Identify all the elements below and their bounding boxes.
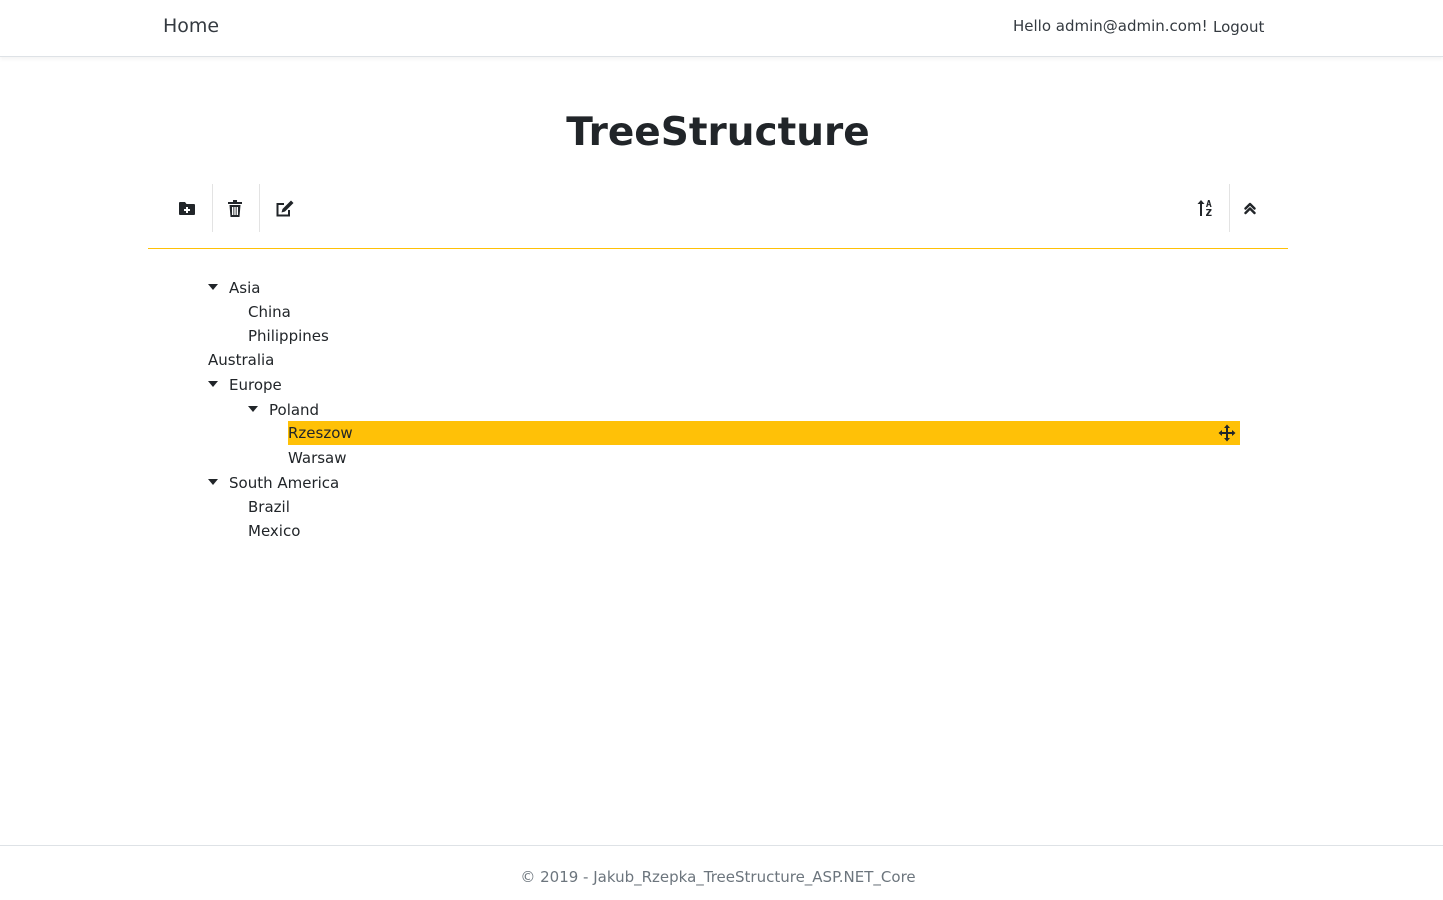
tree-node[interactable]: China [248, 300, 291, 324]
tree-view: Asia China Philippines Australia Europe … [0, 0, 1443, 600]
tree-node[interactable]: Poland [269, 398, 319, 422]
expand-caret-icon[interactable] [208, 479, 218, 485]
tree-node-selected[interactable]: Rzeszow [288, 421, 1240, 445]
footer: © 2019 - Jakub_Rzepka_TreeStructure_ASP.… [0, 845, 1443, 900]
tree-node[interactable]: Europe [229, 373, 282, 397]
tree-node[interactable]: Australia [208, 348, 274, 372]
tree-node[interactable]: Asia [229, 276, 260, 300]
expand-caret-icon[interactable] [208, 284, 218, 290]
expand-caret-icon[interactable] [248, 406, 258, 412]
tree-node-label: Rzeszow [288, 424, 353, 442]
tree-node[interactable]: South America [229, 471, 339, 495]
tree-node[interactable]: Mexico [248, 519, 300, 543]
expand-caret-icon[interactable] [208, 381, 218, 387]
tree-node[interactable]: Philippines [248, 324, 329, 348]
tree-node[interactable]: Brazil [248, 495, 290, 519]
tree-node[interactable]: Warsaw [288, 446, 347, 470]
move-icon[interactable] [1218, 424, 1236, 442]
footer-text: © 2019 - Jakub_Rzepka_TreeStructure_ASP.… [520, 868, 916, 886]
